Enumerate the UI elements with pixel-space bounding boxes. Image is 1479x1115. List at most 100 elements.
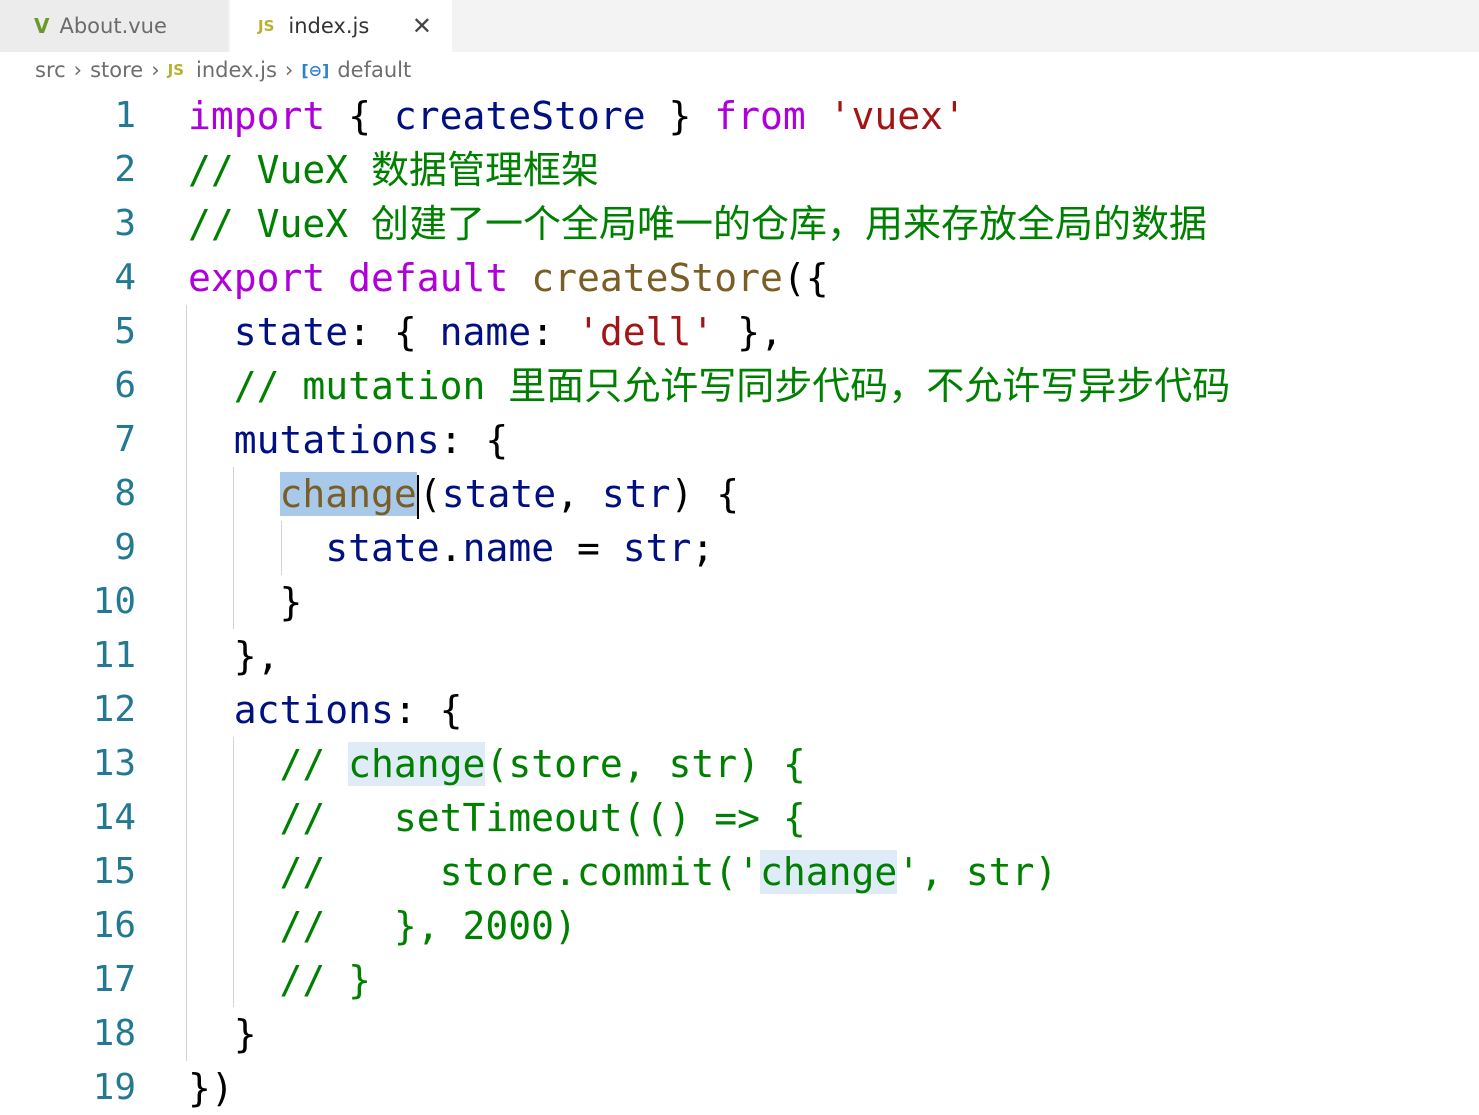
line-number: 19 <box>92 1067 136 1108</box>
code-line[interactable]: 15 // store.commit('change', str) <box>0 845 1479 899</box>
chevron-right-icon: › <box>73 58 83 82</box>
code-token: ) { <box>670 472 740 516</box>
code-line[interactable]: 13 // change(store, str) { <box>0 737 1479 791</box>
code-text: }, <box>188 629 280 683</box>
code-token: : { <box>393 688 463 732</box>
code-line[interactable]: 8 change(state, str) { <box>0 467 1479 521</box>
line-number: 8 <box>114 473 136 514</box>
code-text: export default createStore({ <box>188 251 829 305</box>
code-token: // store.commit(' <box>188 850 760 894</box>
code-token: : { <box>348 310 440 354</box>
breadcrumb: src › store › JS index.js › [⊖] default <box>35 58 411 82</box>
line-number: 17 <box>92 959 136 1000</box>
line-number: 18 <box>92 1013 136 1054</box>
code-text: actions: { <box>188 683 463 737</box>
code-token: from <box>714 94 806 138</box>
line-number: 14 <box>92 797 136 838</box>
tab-label: index.js <box>288 14 370 38</box>
code-token: ({ <box>782 256 829 300</box>
code-text: // } <box>188 953 372 1007</box>
code-token: // VueX 创建了一个全局唯一的仓库，用来存放全局的数据 <box>188 202 1208 246</box>
code-token: . <box>439 526 463 570</box>
code-token: 'dell' <box>576 310 715 354</box>
code-line[interactable]: 3 // VueX 创建了一个全局唯一的仓库，用来存放全局的数据 <box>0 197 1479 251</box>
code-token: }, <box>714 310 783 354</box>
code-token: createStore <box>531 256 783 300</box>
code-line[interactable]: 6 // mutation 里面只允许写同步代码，不允许写异步代码 <box>0 359 1479 413</box>
tab-bar: V About.vue JS index.js ✕ <box>0 0 1479 52</box>
line-number: 13 <box>92 743 136 784</box>
code-token: // setTimeout(() => { <box>188 796 806 840</box>
code-token: }, <box>188 634 280 678</box>
code-text: change(state, str) { <box>188 467 739 521</box>
code-text: // mutation 里面只允许写同步代码，不允许写异步代码 <box>188 359 1231 413</box>
code-text: state.name = str; <box>188 521 714 575</box>
code-text: // store.commit('change', str) <box>188 845 1057 899</box>
code-token: }) <box>188 1066 234 1110</box>
tab-label: About.vue <box>59 14 167 38</box>
code-line[interactable]: 19}) <box>0 1061 1479 1115</box>
code-text: // VueX 创建了一个全局唯一的仓库，用来存放全局的数据 <box>188 197 1207 251</box>
close-icon[interactable]: ✕ <box>412 12 432 40</box>
code-line[interactable]: 11 }, <box>0 629 1479 683</box>
breadcrumb-file[interactable]: index.js <box>196 58 277 82</box>
code-line[interactable]: 10 } <box>0 575 1479 629</box>
code-line[interactable]: 5 state: { name: 'dell' }, <box>0 305 1479 359</box>
code-token: change <box>348 742 486 786</box>
code-line[interactable]: 18 } <box>0 1007 1479 1061</box>
line-number: 1 <box>114 95 136 136</box>
breadcrumb-src[interactable]: src <box>35 58 66 82</box>
code-token: name <box>462 526 555 570</box>
code-line[interactable]: 9 state.name = str; <box>0 521 1479 575</box>
js-icon: JS <box>167 61 184 79</box>
code-text: state: { name: 'dell' }, <box>188 305 783 359</box>
code-token: ; <box>691 526 715 570</box>
tab-about-vue[interactable]: V About.vue <box>0 0 228 52</box>
code-line[interactable]: 14 // setTimeout(() => { <box>0 791 1479 845</box>
js-icon: JS <box>258 17 275 35</box>
code-line[interactable]: 2 // VueX 数据管理框架 <box>0 143 1479 197</box>
line-number: 10 <box>92 581 136 622</box>
code-editor[interactable]: 1 import { createStore } from 'vuex' 2 // V… <box>0 89 1479 1115</box>
code-token: default <box>348 256 509 300</box>
breadcrumb-symbol[interactable]: default <box>337 58 411 82</box>
code-line[interactable]: 12 actions: { <box>0 683 1479 737</box>
tab-index-js[interactable]: JS index.js ✕ <box>230 0 452 52</box>
line-number: 15 <box>92 851 136 892</box>
code-line[interactable]: 7 mutations: { <box>0 413 1479 467</box>
chevron-right-icon: › <box>151 58 160 82</box>
code-token: import <box>188 94 326 138</box>
code-token: // VueX 数据管理框架 <box>188 148 600 192</box>
code-line[interactable]: 4 export default createStore({ <box>0 251 1479 305</box>
vue-icon: V <box>34 14 50 38</box>
line-number: 5 <box>114 311 136 352</box>
line-number: 6 <box>114 365 136 406</box>
code-line[interactable]: 17 // } <box>0 953 1479 1007</box>
code-line[interactable]: 16 // }, 2000) <box>0 899 1479 953</box>
code-text: } <box>188 1007 257 1061</box>
line-number: 12 <box>92 689 136 730</box>
code-line[interactable]: 1 import { createStore } from 'vuex' <box>0 89 1479 143</box>
code-token: = <box>554 526 623 570</box>
code-token: createStore <box>393 94 646 138</box>
code-token: change <box>279 472 417 516</box>
code-token: // <box>188 742 349 786</box>
code-token: change <box>759 850 898 894</box>
breadcrumb-store[interactable]: store <box>90 58 143 82</box>
code-token: 'vuex' <box>828 94 966 138</box>
code-token: : <box>531 310 577 354</box>
code-token: export <box>188 256 326 300</box>
code-token: // } <box>188 958 372 1002</box>
line-number: 3 <box>114 203 136 244</box>
line-number: 9 <box>114 527 136 568</box>
code-token: ', str) <box>897 850 1058 894</box>
code-text: // change(store, str) { <box>188 737 806 791</box>
code-text: // }, 2000) <box>188 899 577 953</box>
